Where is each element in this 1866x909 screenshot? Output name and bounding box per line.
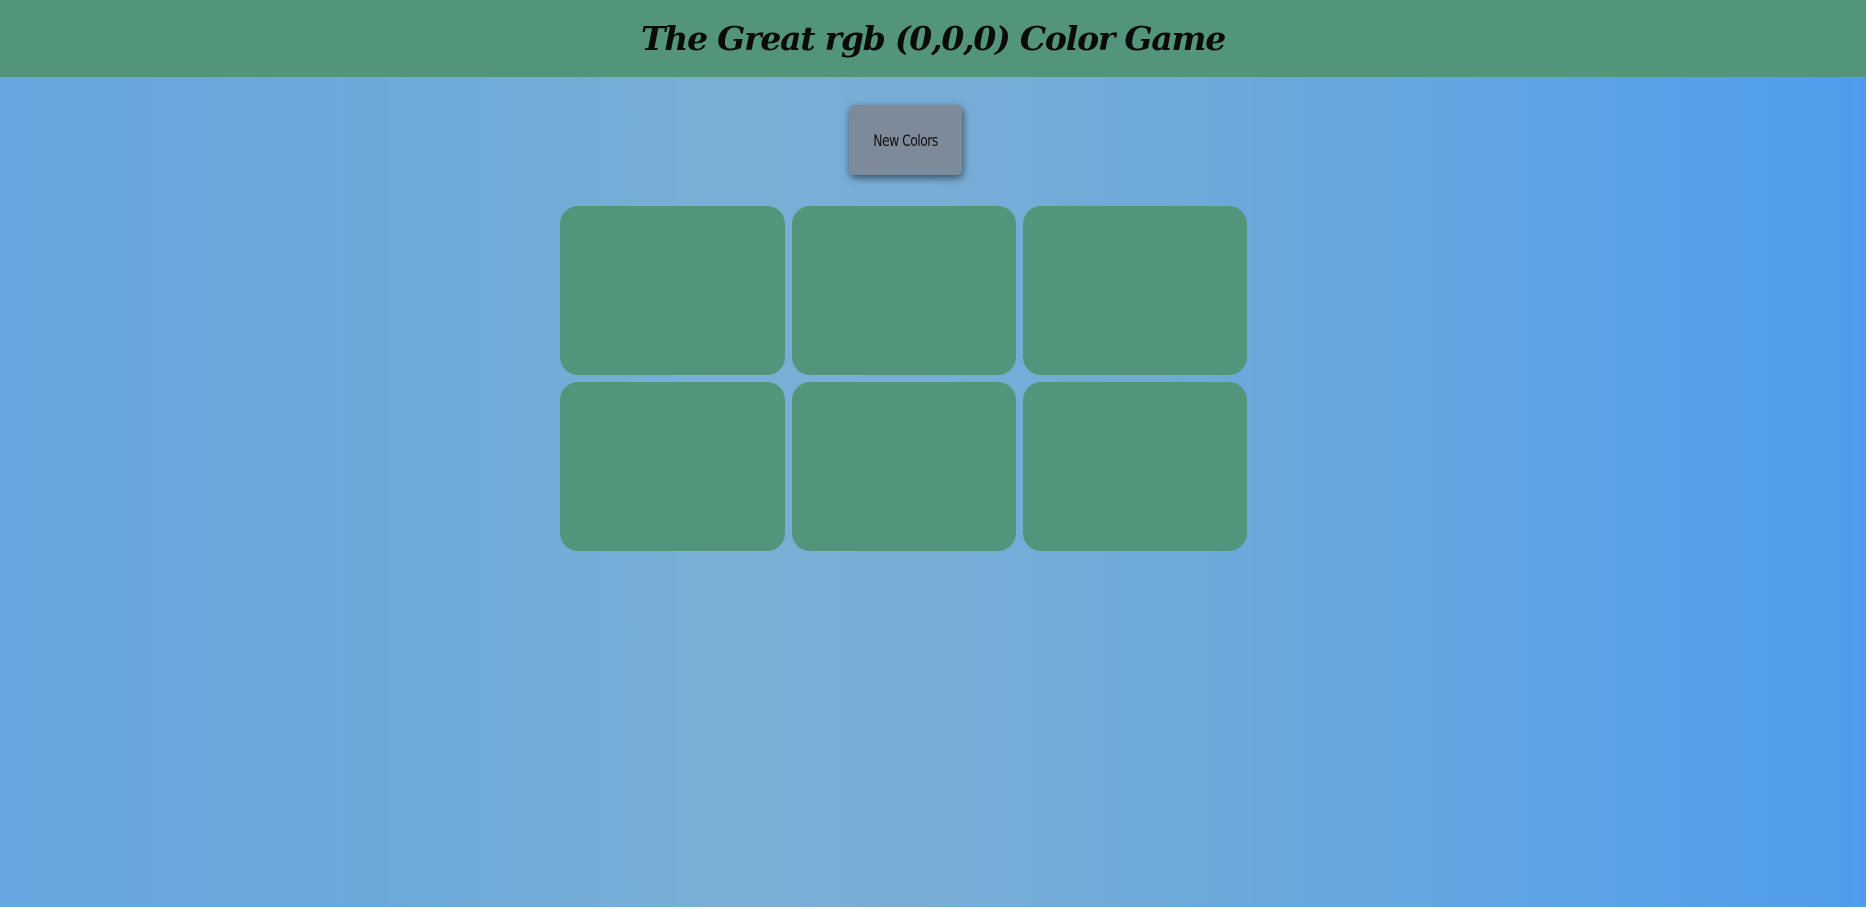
color-square-6[interactable] bbox=[1023, 382, 1247, 551]
new-colors-label: New Colors bbox=[873, 130, 938, 150]
color-square-2[interactable] bbox=[792, 206, 1016, 375]
color-square-3[interactable] bbox=[1023, 206, 1247, 375]
page-background: The Great rgb (0,0,0) Color Game New Col… bbox=[0, 0, 1866, 907]
color-square-4[interactable] bbox=[560, 382, 785, 551]
color-square-5[interactable] bbox=[792, 382, 1016, 551]
page-title: The Great rgb (0,0,0) Color Game bbox=[640, 19, 1226, 58]
color-square-grid bbox=[560, 206, 1247, 551]
new-colors-button[interactable]: New Colors bbox=[849, 105, 962, 175]
header-bar: The Great rgb (0,0,0) Color Game bbox=[0, 0, 1866, 77]
color-square-1[interactable] bbox=[560, 206, 785, 375]
